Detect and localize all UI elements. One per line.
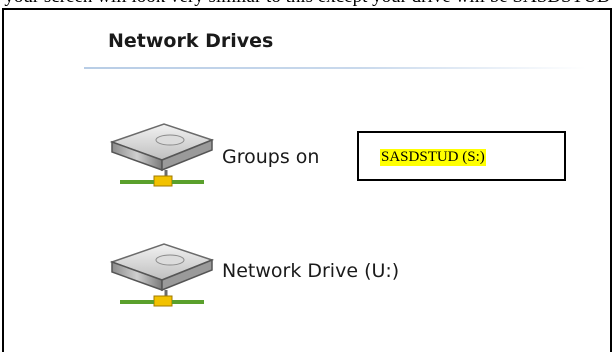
network-drive-icon bbox=[109, 123, 215, 187]
drive-name-callout: SASDSTUD (S:) bbox=[357, 131, 566, 181]
top-caption: your screen will look very similar to th… bbox=[0, 0, 615, 8]
drive-label: Groups on bbox=[222, 146, 320, 168]
network-drive-icon bbox=[109, 243, 215, 307]
section-divider bbox=[84, 67, 586, 69]
section-title: Network Drives bbox=[108, 30, 274, 52]
drive-item-groups[interactable]: Groups on SASDSTUD (S:) bbox=[100, 112, 570, 202]
highlighted-drive-name: SASDSTUD (S:) bbox=[380, 149, 486, 166]
drive-label: Network Drive (U:) bbox=[222, 260, 400, 282]
drive-item-u[interactable]: Network Drive (U:) bbox=[100, 232, 460, 322]
